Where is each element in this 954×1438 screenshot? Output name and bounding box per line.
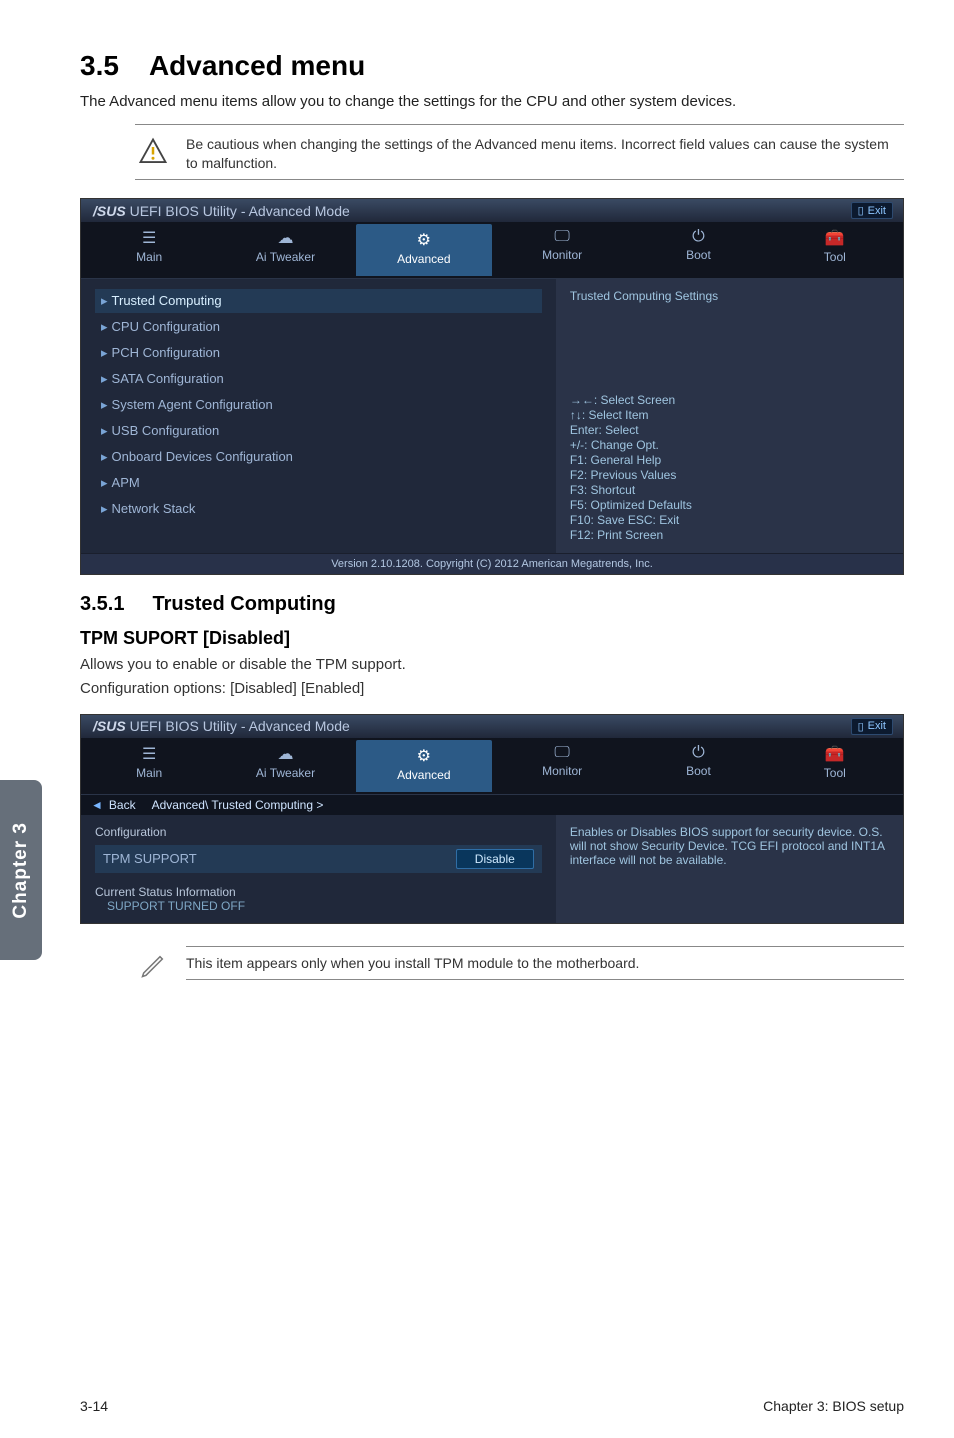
tpm-settings-panel: Configuration TPM SUPPORT Disable Curren… <box>81 815 556 923</box>
tab-boot[interactable]: ⏻Boot <box>630 222 766 278</box>
section-title-text: Advanced menu <box>149 50 365 81</box>
tab-advanced[interactable]: ⚙Advanced <box>356 224 492 276</box>
chevron-right-icon: ▸ <box>101 293 108 308</box>
tab-main[interactable]: ☰Main <box>81 738 217 794</box>
menu-usb-config[interactable]: ▸USB Configuration <box>95 419 542 443</box>
tab-ai-tweaker[interactable]: ☁Ai Tweaker <box>217 222 353 278</box>
monitor-icon: 🖵 <box>494 744 630 762</box>
warning-icon <box>135 131 171 173</box>
tpm-support-value[interactable]: Disable <box>456 849 534 869</box>
caution-callout: Be cautious when changing the settings o… <box>135 124 904 180</box>
back-arrow-icon: ◄ <box>91 798 103 812</box>
page-number: 3-14 <box>80 1398 108 1414</box>
configuration-header: Configuration <box>95 825 542 839</box>
section-intro: The Advanced menu items allow you to cha… <box>80 92 904 112</box>
power-icon: ⏻ <box>630 228 766 246</box>
pencil-icon <box>135 946 171 980</box>
tab-tool[interactable]: 🧰Tool <box>767 738 903 794</box>
list-icon: ☰ <box>81 228 217 248</box>
tab-tool[interactable]: 🧰Tool <box>767 222 903 278</box>
toolbox-icon: 🧰 <box>767 744 903 764</box>
tab-monitor[interactable]: 🖵Monitor <box>494 222 630 278</box>
tab-advanced[interactable]: ⚙Advanced <box>356 740 492 792</box>
status-info-header: Current Status Information <box>95 885 542 899</box>
bios-tabs: ☰Main ☁Ai Tweaker ⚙Advanced 🖵Monitor ⏻Bo… <box>81 222 903 279</box>
section-heading: 3.5 Advanced menu <box>80 50 904 82</box>
chevron-right-icon: ▸ <box>101 319 108 334</box>
menu-onboard-devices[interactable]: ▸Onboard Devices Configuration <box>95 445 542 469</box>
chevron-right-icon: ▸ <box>101 423 108 438</box>
bios-exit-button[interactable]: ▯ Exit <box>851 202 893 219</box>
help-header: Trusted Computing Settings <box>570 289 889 303</box>
exit-icon: ▯ <box>858 204 864 217</box>
menu-trusted-computing[interactable]: ▸Trusted Computing <box>95 289 542 313</box>
tpm-help-panel: Enables or Disables BIOS support for sec… <box>556 815 903 923</box>
bios-brand: /SUS <box>93 203 126 219</box>
bios-help-panel: Trusted Computing Settings →←: Select Sc… <box>556 279 903 553</box>
power-icon: ⏻ <box>630 744 766 762</box>
status-turned-off: SUPPORT TURNED OFF <box>107 899 542 913</box>
cloud-icon: ☁ <box>217 744 353 764</box>
note-text: This item appears only when you install … <box>186 947 904 979</box>
exit-icon: ▯ <box>858 720 864 733</box>
chevron-right-icon: ▸ <box>101 397 108 412</box>
menu-network-stack[interactable]: ▸Network Stack <box>95 497 542 521</box>
bios-title-text: UEFI BIOS Utility - Advanced Mode <box>130 203 350 219</box>
chapter-tab-label: Chapter 3 <box>10 822 32 919</box>
bios-screenshot-advanced-menu: /SUS UEFI BIOS Utility - Advanced Mode ▯… <box>80 198 904 575</box>
bios-exit-button[interactable]: ▯ Exit <box>851 718 893 735</box>
keyboard-hints: →←: Select Screen ↑↓: Select Item Enter:… <box>570 392 889 543</box>
bios-back-row[interactable]: ◄ Back Advanced\ Trusted Computing > <box>81 795 903 815</box>
bios-screenshot-tpm-support: /SUS UEFI BIOS Utility - Advanced Mode ▯… <box>80 714 904 924</box>
menu-system-agent-config[interactable]: ▸System Agent Configuration <box>95 393 542 417</box>
section-number: 3.5 <box>80 50 119 81</box>
chevron-right-icon: ▸ <box>101 501 108 516</box>
tpm-support-label: TPM SUPPORT <box>103 851 197 866</box>
menu-cpu-config[interactable]: ▸CPU Configuration <box>95 315 542 339</box>
setting-heading: TPM SUPORT [Disabled] <box>80 628 904 649</box>
tab-ai-tweaker[interactable]: ☁Ai Tweaker <box>217 738 353 794</box>
bios-titlebar: /SUS UEFI BIOS Utility - Advanced Mode ▯… <box>81 199 903 222</box>
chapter-side-tab: Chapter 3 <box>0 780 42 960</box>
gear-icon: ⚙ <box>356 746 492 766</box>
note-callout: This item appears only when you install … <box>135 942 904 984</box>
subsection-heading: 3.5.1 Trusted Computing <box>80 593 904 616</box>
chevron-right-icon: ▸ <box>101 345 108 360</box>
gear-icon: ⚙ <box>356 230 492 250</box>
bios-menu-list: ▸Trusted Computing ▸CPU Configuration ▸P… <box>81 279 556 553</box>
footer-chapter-label: Chapter 3: BIOS setup <box>763 1398 904 1414</box>
tab-boot[interactable]: ⏻Boot <box>630 738 766 794</box>
tpm-support-row[interactable]: TPM SUPPORT Disable <box>95 845 542 873</box>
bios-titlebar: /SUS UEFI BIOS Utility - Advanced Mode ▯… <box>81 715 903 738</box>
page-footer: 3-14 Chapter 3: BIOS setup <box>80 1398 904 1414</box>
toolbox-icon: 🧰 <box>767 228 903 248</box>
cloud-icon: ☁ <box>217 228 353 248</box>
chevron-right-icon: ▸ <box>101 475 108 490</box>
bios-tabs: ☰Main ☁Ai Tweaker ⚙Advanced 🖵Monitor ⏻Bo… <box>81 738 903 795</box>
setting-description: Allows you to enable or disable the TPM … <box>80 655 904 675</box>
menu-pch-config[interactable]: ▸PCH Configuration <box>95 341 542 365</box>
list-icon: ☰ <box>81 744 217 764</box>
bios-title-text: UEFI BIOS Utility - Advanced Mode <box>130 718 350 734</box>
breadcrumb: Advanced\ Trusted Computing > <box>152 798 324 812</box>
monitor-icon: 🖵 <box>494 228 630 246</box>
chevron-right-icon: ▸ <box>101 371 108 386</box>
menu-apm[interactable]: ▸APM <box>95 471 542 495</box>
tab-monitor[interactable]: 🖵Monitor <box>494 738 630 794</box>
setting-options: Configuration options: [Disabled] [Enabl… <box>80 679 904 699</box>
caution-text: Be cautious when changing the settings o… <box>186 131 904 173</box>
tab-main[interactable]: ☰Main <box>81 222 217 278</box>
subsection-title: Trusted Computing <box>152 593 335 615</box>
menu-sata-config[interactable]: ▸SATA Configuration <box>95 367 542 391</box>
bios-version-footer: Version 2.10.1208. Copyright (C) 2012 Am… <box>81 553 903 574</box>
bios-brand: /SUS <box>93 718 126 734</box>
back-label: Back <box>109 798 136 812</box>
subsection-number: 3.5.1 <box>80 593 124 615</box>
chevron-right-icon: ▸ <box>101 449 108 464</box>
